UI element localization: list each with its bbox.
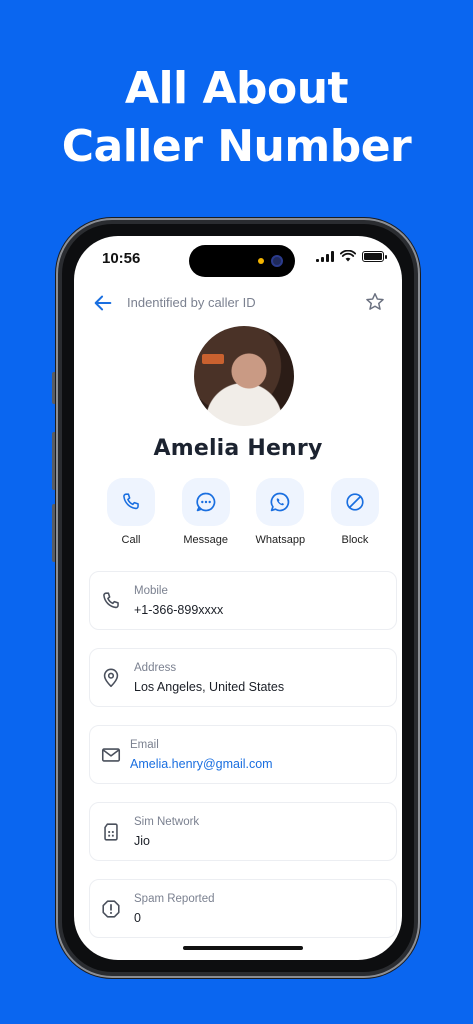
call-label: Call — [121, 534, 141, 546]
home-indicator[interactable] — [183, 946, 303, 950]
contact-name: Amelia Henry — [153, 436, 323, 461]
sim-card-icon — [104, 823, 118, 841]
block-label: Block — [341, 534, 369, 546]
detail-label: Mobile — [134, 585, 168, 597]
detail-value-email[interactable]: Amelia.henry@gmail.com — [130, 757, 273, 771]
detail-label: Sim Network — [134, 816, 200, 828]
phone-screen: 10:56 Indentified by caller ID Amelia He… — [74, 236, 402, 960]
detail-card-spam[interactable]: Spam Reported 0 — [89, 879, 397, 938]
whatsapp-icon — [270, 492, 290, 512]
phone-frame: 10:56 Indentified by caller ID Amelia He… — [56, 218, 420, 978]
page-title: Indentified by caller ID — [127, 295, 256, 310]
star-icon[interactable] — [364, 291, 386, 313]
mail-icon — [101, 748, 121, 762]
block-icon — [346, 493, 364, 511]
avatar — [194, 326, 294, 426]
message-button[interactable]: Message — [173, 478, 239, 546]
detail-card-sim-network[interactable]: Sim Network Jio — [89, 802, 397, 861]
status-icons — [316, 250, 387, 262]
block-button[interactable]: Block — [322, 478, 388, 546]
detail-card-mobile[interactable]: Mobile +1-366-899xxxx — [89, 571, 397, 630]
headline-line-1: All About — [124, 63, 349, 114]
message-label: Message — [183, 534, 228, 546]
headline-line-2: Caller Number — [61, 121, 412, 172]
detail-value-spam: 0 — [134, 911, 141, 925]
status-time: 10:56 — [102, 250, 141, 267]
detail-value-address: Los Angeles, United States — [134, 680, 285, 694]
detail-label: Spam Reported — [134, 893, 215, 905]
camera-icon — [271, 255, 283, 267]
call-button-circle[interactable] — [107, 478, 155, 526]
block-button-circle[interactable] — [330, 478, 379, 526]
cellular-signal-icon — [316, 250, 334, 262]
detail-value-sim: Jio — [134, 834, 150, 848]
quick-actions: Call Message Whatsapp Block — [98, 478, 388, 546]
phone-icon — [123, 493, 139, 510]
battery-icon — [362, 250, 387, 262]
wifi-icon — [340, 250, 356, 262]
whatsapp-button-circle[interactable] — [256, 478, 305, 526]
phone-bezel: 10:56 Indentified by caller ID Amelia He… — [62, 224, 414, 972]
contact-details-list: Mobile +1-366-899xxxx Address Los Angele… — [89, 571, 397, 956]
arrow-left-icon[interactable] — [92, 292, 114, 314]
promo-headline: All About Caller Number — [0, 60, 473, 176]
detail-card-email[interactable]: Email Amelia.henry@gmail.com — [89, 725, 397, 784]
top-app-bar: Indentified by caller ID — [74, 288, 402, 318]
call-button[interactable]: Call — [98, 478, 164, 546]
phone-icon — [103, 592, 119, 609]
message-button-circle[interactable] — [181, 478, 230, 526]
privacy-indicator-icon — [258, 258, 264, 264]
avatar-background-detail — [202, 354, 224, 364]
dynamic-island — [189, 245, 295, 277]
location-pin-icon — [103, 668, 119, 688]
alert-octagon-icon — [102, 900, 120, 918]
whatsapp-label: Whatsapp — [255, 534, 306, 546]
message-bubble-icon — [196, 492, 215, 512]
detail-card-address[interactable]: Address Los Angeles, United States — [89, 648, 397, 707]
detail-value-phone: +1-366-899xxxx — [134, 603, 224, 617]
whatsapp-button[interactable]: Whatsapp — [247, 478, 313, 546]
detail-label: Email — [130, 739, 159, 751]
detail-label: Address — [134, 662, 177, 674]
